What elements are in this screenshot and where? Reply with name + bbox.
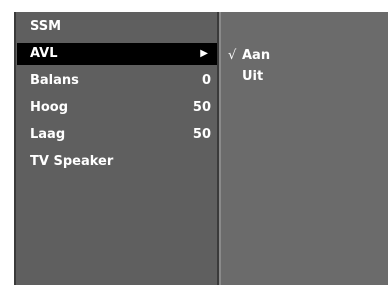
menu-item-value: 50: [192, 127, 211, 142]
menu-item-label: Hoog: [30, 100, 69, 115]
menu-item-avl[interactable]: AVL ▶: [17, 43, 217, 65]
menu-item-ssm[interactable]: SSM: [17, 16, 217, 38]
audio-osd-menu: SSM AVL ▶ Balans 0 Hoog 50 Laag 50 TV Sp…: [14, 12, 388, 285]
submenu-option-label: Aan: [242, 48, 271, 63]
checkmark-icon: √: [228, 48, 237, 63]
menu-item-label: SSM: [30, 19, 62, 34]
main-menu-panel: SSM AVL ▶ Balans 0 Hoog 50 Laag 50 TV Sp…: [14, 12, 219, 285]
submenu-option-label: Uit: [242, 69, 264, 84]
menu-item-value: 0: [201, 73, 211, 88]
menu-item-label: AVL: [30, 46, 58, 61]
menu-item-balans[interactable]: Balans 0: [17, 70, 217, 92]
menu-item-laag[interactable]: Laag 50: [17, 124, 217, 146]
submenu-option-aan[interactable]: √ Aan: [228, 46, 270, 66]
menu-item-tv-speaker[interactable]: TV Speaker: [17, 151, 217, 173]
menu-item-label: Balans: [30, 73, 79, 88]
menu-item-label: TV Speaker: [30, 154, 114, 169]
submenu-option-uit[interactable]: Uit: [228, 67, 263, 87]
submenu-panel: √ Aan Uit: [221, 12, 388, 285]
menu-item-hoog[interactable]: Hoog 50: [17, 97, 217, 119]
triangle-right-icon: ▶: [200, 48, 208, 59]
panel-edge: [14, 12, 16, 285]
menu-item-value: 50: [192, 100, 211, 115]
menu-item-label: Laag: [30, 127, 66, 142]
